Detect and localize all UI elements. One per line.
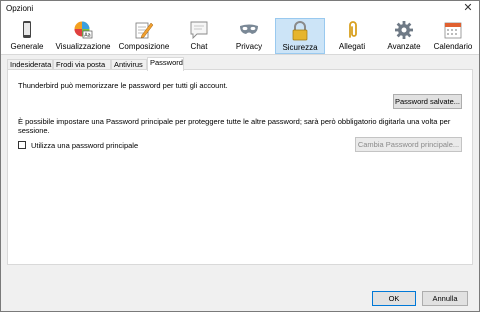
toolbar-item-label: Generale — [10, 42, 44, 51]
toolbar-item-allegati[interactable]: Allegati — [331, 18, 373, 54]
toolbar-item-label: Visualizzazione — [55, 42, 111, 51]
window-title: Opzioni — [6, 4, 34, 13]
toolbar-item-label: Allegati — [338, 42, 366, 51]
privacy-mask-icon — [240, 24, 258, 34]
toolbar-item-composizione[interactable]: Composizione — [117, 18, 171, 54]
options-dialog: Opzioni ✕ Generale Aa Visualizzazione Co… — [0, 0, 480, 312]
close-button[interactable]: ✕ — [461, 2, 475, 15]
svg-text:Aa: Aa — [84, 33, 90, 39]
title-bar: Opzioni ✕ — [1, 1, 479, 17]
saved-passwords-button[interactable]: Password salvate... — [393, 94, 462, 109]
chat-bubble-icon — [190, 21, 208, 40]
toolbar-item-sicurezza[interactable]: Sicurezza — [275, 18, 325, 54]
calendar-icon — [444, 22, 462, 39]
general-phone-icon — [23, 21, 31, 38]
password-intro-text: Thunderbird può memorizzare le password … — [18, 81, 228, 90]
toolbar-item-avanzate[interactable]: Avanzate — [381, 18, 427, 54]
master-password-info: È possibile impostare una Password princ… — [18, 117, 451, 126]
master-password-info-cont: sessione. — [18, 126, 50, 135]
tab-password[interactable]: Password — [147, 57, 184, 71]
security-lock-icon — [292, 21, 308, 41]
toolbar-item-label: Calendario — [433, 42, 473, 51]
advanced-gear-icon — [395, 21, 413, 39]
display-palette-icon: Aa — [74, 21, 93, 39]
toolbar-item-label: Sicurezza — [282, 43, 318, 52]
toolbar-item-label: Chat — [190, 42, 208, 51]
toolbar-item-generale[interactable]: Generale — [7, 18, 47, 54]
ok-button[interactable]: OK — [372, 291, 416, 306]
change-master-password-button[interactable]: Cambia Password principale... — [355, 137, 462, 152]
toolbar-item-label: Privacy — [235, 42, 263, 51]
use-master-password-checkbox[interactable] — [18, 141, 26, 149]
use-master-password-label[interactable]: Utilizza una password principale — [31, 141, 138, 150]
toolbar-item-label: Avanzate — [387, 42, 421, 51]
toolbar-item-calendario[interactable]: Calendario — [431, 18, 475, 54]
attachment-clip-icon — [349, 21, 357, 38]
toolbar-item-visualizzazione[interactable]: Aa Visualizzazione — [53, 18, 113, 54]
toolbar-item-chat[interactable]: Chat — [179, 18, 219, 54]
toolbar-item-label: Composizione — [118, 42, 170, 51]
preferences-toolbar: Generale Aa Visualizzazione Composizione… — [1, 17, 479, 55]
toolbar-item-privacy[interactable]: Privacy — [229, 18, 269, 54]
compose-pencil-icon — [135, 22, 154, 39]
cancel-button[interactable]: Annulla — [422, 291, 468, 306]
